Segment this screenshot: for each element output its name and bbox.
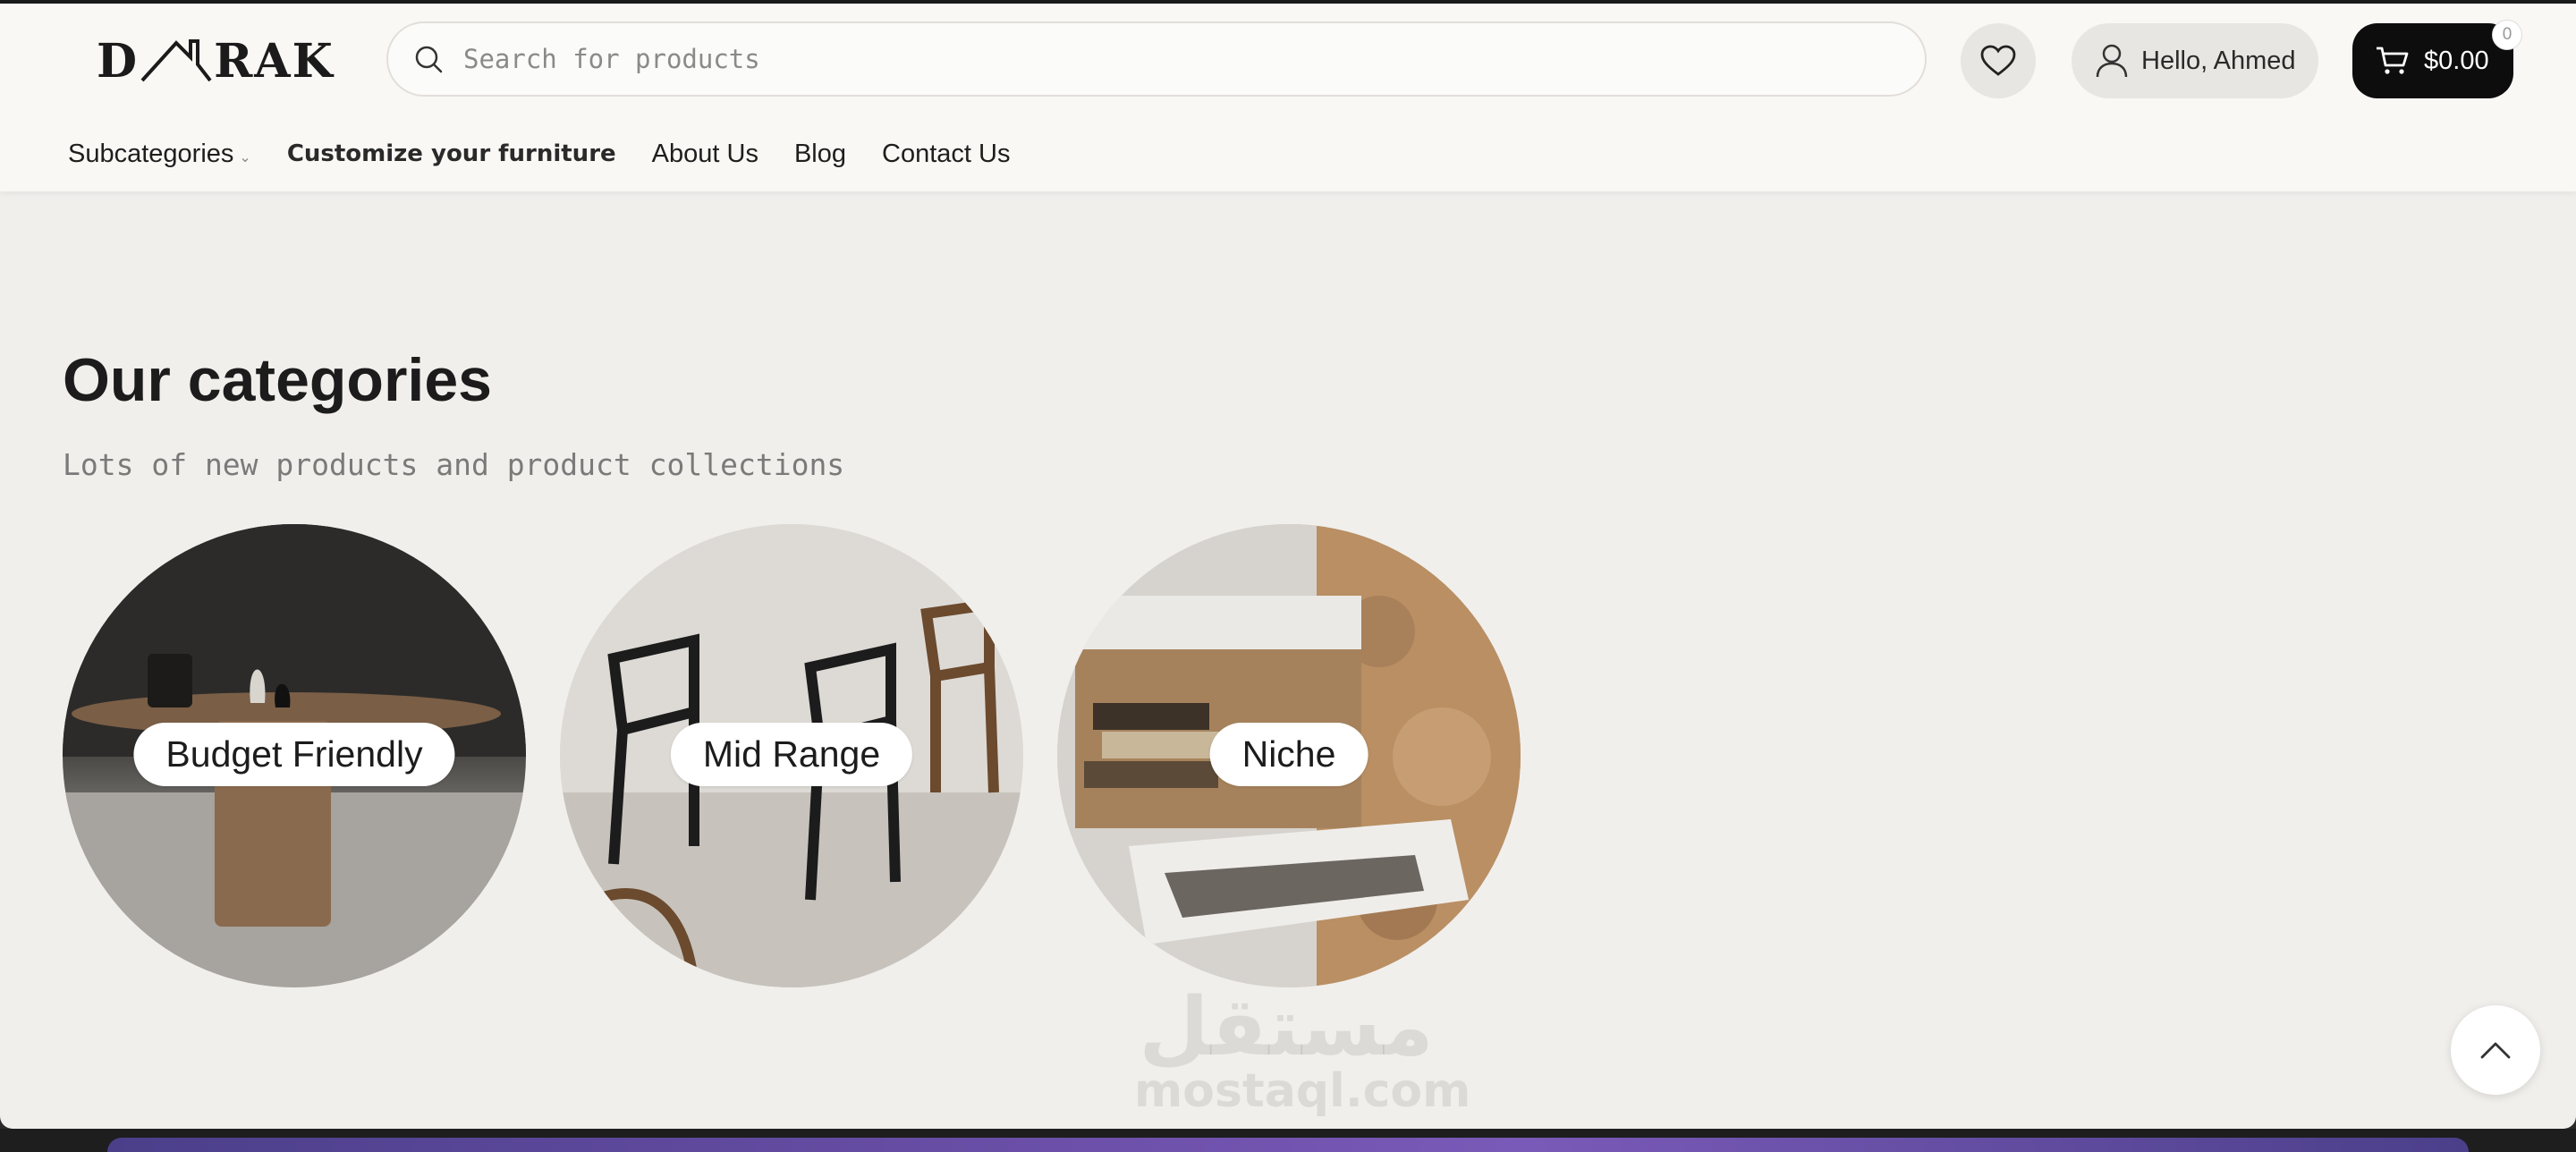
account-button[interactable]: Hello, Ahmed <box>2072 23 2318 98</box>
category-label: Budget Friendly <box>133 723 455 786</box>
watermark-arabic: مستقل <box>1139 980 1434 1074</box>
wishlist-button[interactable] <box>1961 23 2036 98</box>
browser-viewport: D RAK Hello, Ahmed <box>0 0 2576 1129</box>
chevron-up-icon <box>2480 1042 2511 1059</box>
cart-button[interactable]: $0.00 <box>2352 23 2513 98</box>
page-title: Our categories <box>63 346 492 414</box>
cart-icon <box>2377 47 2409 74</box>
site-header: D RAK Hello, Ahmed <box>0 4 2576 191</box>
site-logo[interactable]: D RAK <box>97 33 335 89</box>
search-icon <box>415 46 443 73</box>
search-bar[interactable] <box>386 21 1927 97</box>
user-icon <box>2096 44 2128 78</box>
main-navigation: Subcategories ⌄ Customize your furniture … <box>68 136 1010 172</box>
search-input[interactable] <box>463 44 1805 74</box>
desktop-wallpaper-strip <box>107 1138 2469 1152</box>
account-greeting: Hello, Ahmed <box>2141 46 2296 75</box>
nav-item-contact-us[interactable]: Contact Us <box>882 140 1010 169</box>
watermark: مستقل mostaql.com <box>1134 980 1471 1118</box>
chevron-down-icon: ⌄ <box>239 149 251 165</box>
nav-item-customize-furniture[interactable]: Customize your furniture <box>287 140 616 167</box>
logo-text-left: D <box>97 33 140 89</box>
logo-roof-icon <box>140 39 212 82</box>
cart-total: $0.00 <box>2424 46 2489 75</box>
category-budget-friendly[interactable]: Budget Friendly <box>63 524 526 987</box>
nav-item-blog[interactable]: Blog <box>794 140 846 169</box>
nav-item-label: Subcategories <box>68 139 234 168</box>
category-label: Niche <box>1209 723 1368 786</box>
cart-count-badge: 0 <box>2492 20 2522 50</box>
category-label: Mid Range <box>670 723 913 786</box>
scroll-to-top-button[interactable] <box>2451 1005 2540 1095</box>
category-mid-range[interactable]: Mid Range <box>560 524 1023 987</box>
heart-icon <box>1980 45 2016 76</box>
window-bottom-edge <box>0 1129 2576 1152</box>
category-niche[interactable]: Niche <box>1057 524 1521 987</box>
watermark-latin: mostaql.com <box>1134 1064 1471 1118</box>
logo-text-right: RAK <box>214 33 335 89</box>
nav-item-subcategories[interactable]: Subcategories ⌄ <box>68 140 251 169</box>
nav-item-about-us[interactable]: About Us <box>652 140 758 169</box>
page-subtitle: Lots of new products and product collect… <box>63 447 845 482</box>
